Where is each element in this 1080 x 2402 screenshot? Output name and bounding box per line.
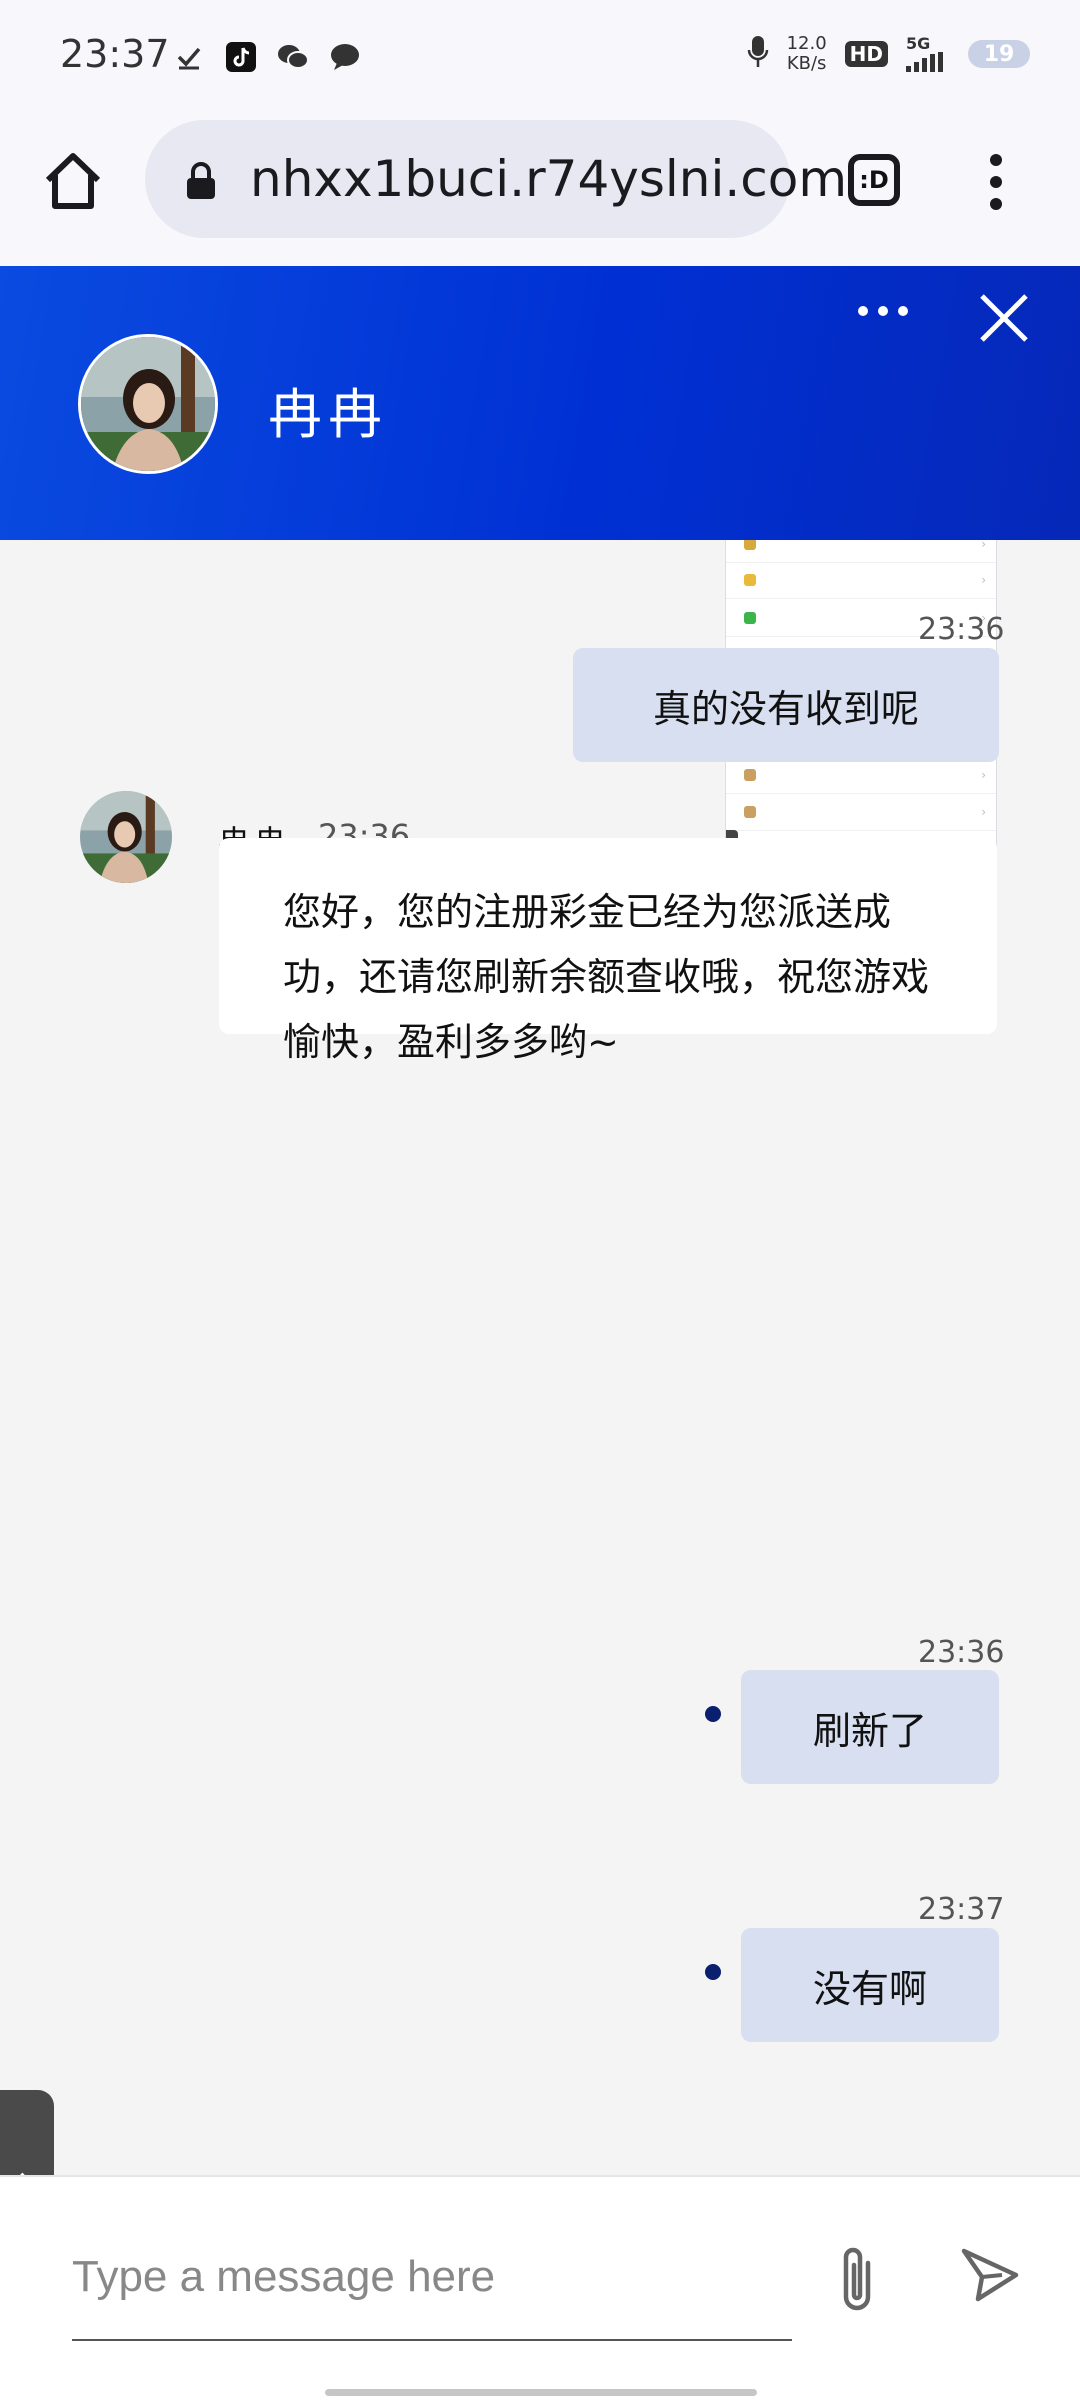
url-text: nhxx1buci.r74yslni.com xyxy=(250,150,848,208)
close-chat-button[interactable] xyxy=(978,292,1030,344)
message-time: 23:36 xyxy=(918,1635,1005,1670)
tiktok-icon xyxy=(224,40,258,74)
menu-dot-icon xyxy=(990,176,1002,188)
lock-icon xyxy=(185,162,217,200)
battery-indicator: 19 xyxy=(968,40,1030,68)
message-composer xyxy=(0,2175,1080,2402)
address-bar[interactable]: nhxx1buci.r74yslni.com xyxy=(145,120,847,238)
image-detail: › xyxy=(726,540,996,563)
send-button[interactable] xyxy=(958,2243,1022,2307)
message-time: 23:36 xyxy=(918,612,1005,647)
outgoing-message[interactable]: 刷新了 xyxy=(741,1670,999,1784)
agent-name: 冉冉 xyxy=(268,383,388,446)
wechat-icon xyxy=(276,40,310,74)
microphone-icon xyxy=(747,35,769,73)
tab-switcher-button[interactable]: :D xyxy=(848,154,900,206)
paperclip-icon xyxy=(843,2247,871,2311)
menu-dot-icon xyxy=(990,154,1002,166)
image-detail: › xyxy=(726,562,996,599)
message-time: 23:37 xyxy=(918,1892,1005,1927)
network-speed: 12.0 KB/s xyxy=(787,34,827,74)
outgoing-message[interactable]: 没有啊 xyxy=(741,1928,999,2042)
more-dot-icon xyxy=(858,306,868,316)
signal-bars-icon xyxy=(906,52,943,72)
hd-badge: HD xyxy=(844,41,888,67)
image-detail: › xyxy=(726,757,996,794)
message-list[interactable]: › › › › › › › › › › 23:36 真的没有收到呢 冉冉 xyxy=(0,540,1080,2175)
agent-avatar xyxy=(80,791,172,883)
signal-indicator: 5G xyxy=(906,36,950,72)
more-dot-icon xyxy=(898,306,908,316)
unread-indicator xyxy=(705,1706,721,1722)
unread-indicator xyxy=(705,1964,721,1980)
incoming-message[interactable]: 您好，您的注册彩金已经为您派送成功，还请您刷新余额查收哦，祝您游戏愉快，盈利多多… xyxy=(219,838,997,1064)
chat-more-button[interactable] xyxy=(858,306,908,316)
input-underline xyxy=(72,2339,792,2341)
status-bar: 23:37 12.0 KB/s HD 5G 19 xyxy=(0,0,1080,118)
attach-button[interactable] xyxy=(828,2241,888,2317)
home-button[interactable] xyxy=(40,148,106,214)
network-speed-value: 12.0 xyxy=(786,33,827,54)
system-icons: 12.0 KB/s HD 5G 19 xyxy=(747,34,1030,74)
notification-icons xyxy=(172,40,362,74)
message-icon xyxy=(328,40,362,74)
more-dot-icon xyxy=(878,306,888,316)
gesture-bar xyxy=(325,2389,757,2396)
agent-avatar xyxy=(78,334,218,474)
message-input[interactable] xyxy=(72,2247,792,2307)
close-icon xyxy=(980,294,1028,342)
status-time: 23:37 xyxy=(60,32,170,76)
browser-menu-button[interactable] xyxy=(985,154,1007,210)
signal-label: 5G xyxy=(906,34,931,53)
image-detail: › xyxy=(726,794,996,831)
browser-toolbar: nhxx1buci.r74yslni.com :D xyxy=(0,118,1080,268)
send-icon xyxy=(961,2248,1019,2302)
outgoing-message[interactable]: 真的没有收到呢 xyxy=(573,648,999,762)
network-speed-unit: KB/s xyxy=(786,53,827,74)
menu-dot-icon xyxy=(990,198,1002,210)
chat-header: 冉冉 xyxy=(0,266,1080,540)
check-icon xyxy=(172,40,206,74)
home-icon xyxy=(45,153,101,209)
